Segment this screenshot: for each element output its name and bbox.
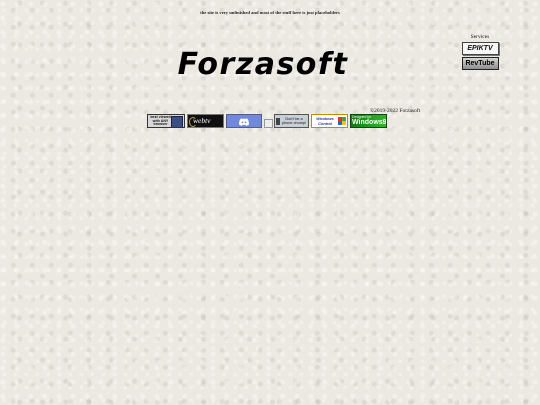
webtv-badge[interactable]: webtv xyxy=(187,114,224,128)
windows98-big-text: Windows98 xyxy=(352,119,387,126)
services-heading: Services xyxy=(470,34,490,40)
windows-central-text: Windows Central xyxy=(316,116,334,126)
windows-central-badge[interactable]: Windows Central xyxy=(311,114,348,128)
discord-badge[interactable] xyxy=(226,114,262,128)
broken-image-icon xyxy=(264,119,273,128)
phone-icon xyxy=(276,118,280,125)
phone-chump-badge[interactable]: Don't be a phone chump! xyxy=(274,114,309,128)
webtv-swirl-icon xyxy=(189,117,197,127)
epiktv-button[interactable]: EPIKTV xyxy=(461,42,499,55)
monitor-icon xyxy=(171,116,183,127)
site-notice: the site is very unfinished and most of … xyxy=(200,10,340,15)
badge-row: best viewed with ANY browser webtv Don't… xyxy=(147,114,392,129)
services-panel: Services EPIKTV RevTube xyxy=(460,34,500,72)
best-viewed-text: best viewed with ANY browser xyxy=(150,115,171,127)
windows-flag-icon xyxy=(338,117,346,125)
revtube-button[interactable]: RevTube xyxy=(461,57,499,70)
windows98-badge[interactable]: Designed for Windows98 xyxy=(350,114,387,128)
forzasoft-logo: Forzasoft xyxy=(178,47,349,81)
logo-text: Forzasoft xyxy=(178,47,349,81)
phone-chump-text: Don't be a phone chump! xyxy=(281,117,307,125)
best-viewed-badge[interactable]: best viewed with ANY browser xyxy=(147,114,185,128)
discord-icon xyxy=(239,118,249,126)
